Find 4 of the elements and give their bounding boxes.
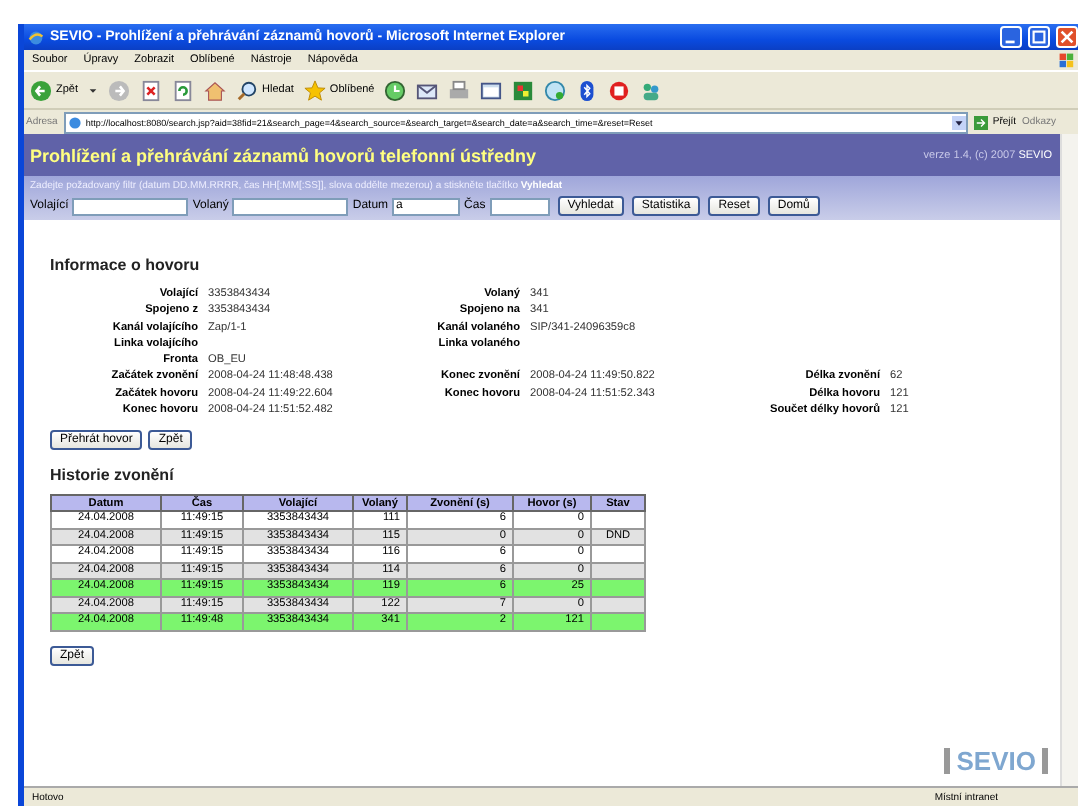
section-title: Informace o hovoru xyxy=(50,256,202,274)
app-title: Prohlížení a přehrávání záznamů hovorů telefonní ústředny xyxy=(30,145,537,165)
sevio-logo: SEVIO xyxy=(944,748,1048,774)
section-title: Historie zvonění xyxy=(50,466,176,485)
